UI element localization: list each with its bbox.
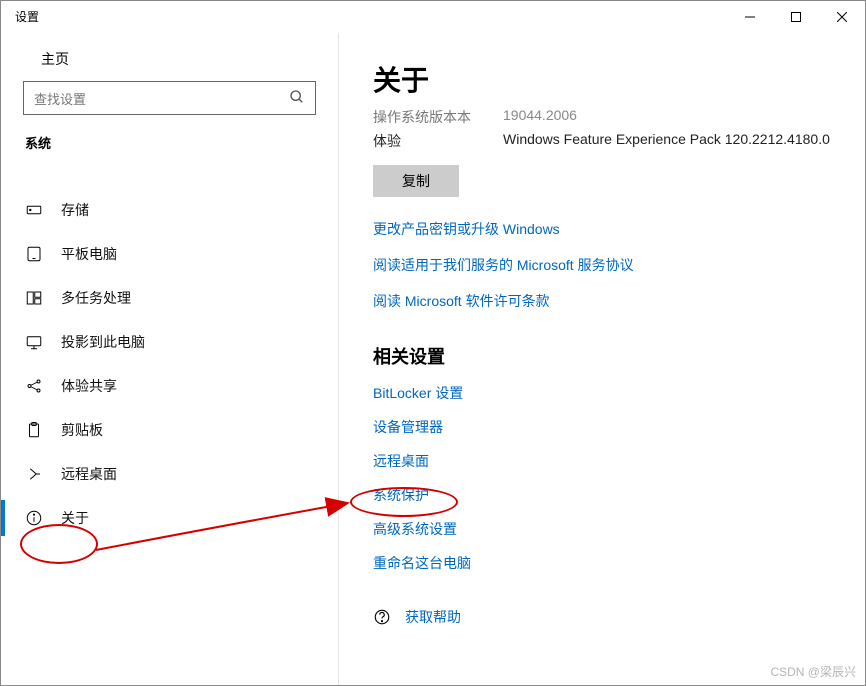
experience-value: Windows Feature Experience Pack 120.2212… — [503, 131, 830, 151]
sidebar-item-label: 体验共享 — [61, 376, 117, 396]
window-body: 主页 查找设置 系统 存储 — [1, 33, 865, 685]
sidebar-item-share[interactable]: 体验共享 — [1, 364, 338, 408]
page-title: 关于 — [373, 59, 831, 99]
os-build-label: 操作系统版本本 — [373, 107, 503, 127]
home-label: 主页 — [41, 49, 69, 69]
sidebar-item-multitask[interactable]: 多任务处理 — [1, 276, 338, 320]
sidebar-item-label: 平板电脑 — [61, 244, 117, 264]
sidebar-item-tablet[interactable]: 平板电脑 — [1, 232, 338, 276]
sidebar-nav: 存储 平板电脑 多任务处理 — [1, 188, 338, 540]
experience-row: 体验 Windows Feature Experience Pack 120.2… — [373, 131, 831, 151]
settings-window: 设置 主页 查找设置 — [0, 0, 866, 686]
tablet-icon — [25, 245, 43, 263]
sidebar-item-label: 投影到此电脑 — [61, 332, 145, 352]
content-pane: 关于 操作系统版本本 19044.2006 体验 Windows Feature… — [339, 33, 865, 685]
remote-icon — [25, 465, 43, 483]
related-settings-links: BitLocker 设置 设备管理器 远程桌面 系统保护 高级系统设置 重命名这… — [373, 383, 831, 573]
product-links: 更改产品密钥或升级 Windows 阅读适用于我们服务的 Microsoft 服… — [373, 219, 831, 311]
minimize-button[interactable] — [727, 1, 773, 33]
clipboard-icon — [25, 421, 43, 439]
home-link[interactable]: 主页 — [1, 33, 338, 81]
os-build-value: 19044.2006 — [503, 107, 577, 127]
link-system-protection[interactable]: 系统保护 — [373, 485, 831, 505]
watermark: CSDN @梁辰兴 — [770, 663, 856, 680]
sidebar-section-label: 系统 — [1, 133, 338, 162]
sidebar-item-clipboard[interactable]: 剪贴板 — [1, 408, 338, 452]
storage-icon — [25, 201, 43, 219]
sidebar-item-project[interactable]: 投影到此电脑 — [1, 320, 338, 364]
sidebar-item-storage[interactable]: 存储 — [1, 188, 338, 232]
link-change-product-key[interactable]: 更改产品密钥或升级 Windows — [373, 219, 831, 239]
search-wrap: 查找设置 — [1, 81, 338, 133]
get-help-link[interactable]: 获取帮助 — [373, 607, 831, 627]
search-placeholder: 查找设置 — [34, 89, 289, 108]
os-build-row: 操作系统版本本 19044.2006 — [373, 107, 831, 127]
maximize-button[interactable] — [773, 1, 819, 33]
get-help-label: 获取帮助 — [405, 607, 461, 627]
sidebar-item-label: 远程桌面 — [61, 464, 117, 484]
share-icon — [25, 377, 43, 395]
project-icon — [25, 333, 43, 351]
link-rename-pc[interactable]: 重命名这台电脑 — [373, 553, 831, 573]
sidebar-item-label: 多任务处理 — [61, 288, 131, 308]
copy-button[interactable]: 复制 — [373, 165, 459, 197]
sidebar-item-label: 剪贴板 — [61, 420, 103, 440]
titlebar: 设置 — [1, 1, 865, 33]
experience-label: 体验 — [373, 131, 503, 151]
related-settings-heading: 相关设置 — [373, 343, 831, 369]
link-remote-desktop[interactable]: 远程桌面 — [373, 451, 831, 471]
help-icon — [373, 608, 391, 626]
search-input[interactable]: 查找设置 — [23, 81, 316, 115]
window-controls — [727, 1, 865, 33]
info-icon — [25, 509, 43, 527]
close-button[interactable] — [819, 1, 865, 33]
multitask-icon — [25, 289, 43, 307]
link-license-terms[interactable]: 阅读 Microsoft 软件许可条款 — [373, 291, 831, 311]
link-bitlocker[interactable]: BitLocker 设置 — [373, 383, 831, 403]
link-advanced-system-settings[interactable]: 高级系统设置 — [373, 519, 831, 539]
sidebar-item-about[interactable]: 关于 — [1, 496, 338, 540]
sidebar-item-label: 存储 — [61, 200, 89, 220]
sidebar: 主页 查找设置 系统 存储 — [1, 33, 339, 685]
link-device-manager[interactable]: 设备管理器 — [373, 417, 831, 437]
sidebar-item-remote[interactable]: 远程桌面 — [1, 452, 338, 496]
sidebar-item-label: 关于 — [61, 508, 89, 528]
window-title: 设置 — [15, 8, 39, 25]
search-icon — [289, 89, 305, 108]
link-service-agreement[interactable]: 阅读适用于我们服务的 Microsoft 服务协议 — [373, 255, 831, 275]
